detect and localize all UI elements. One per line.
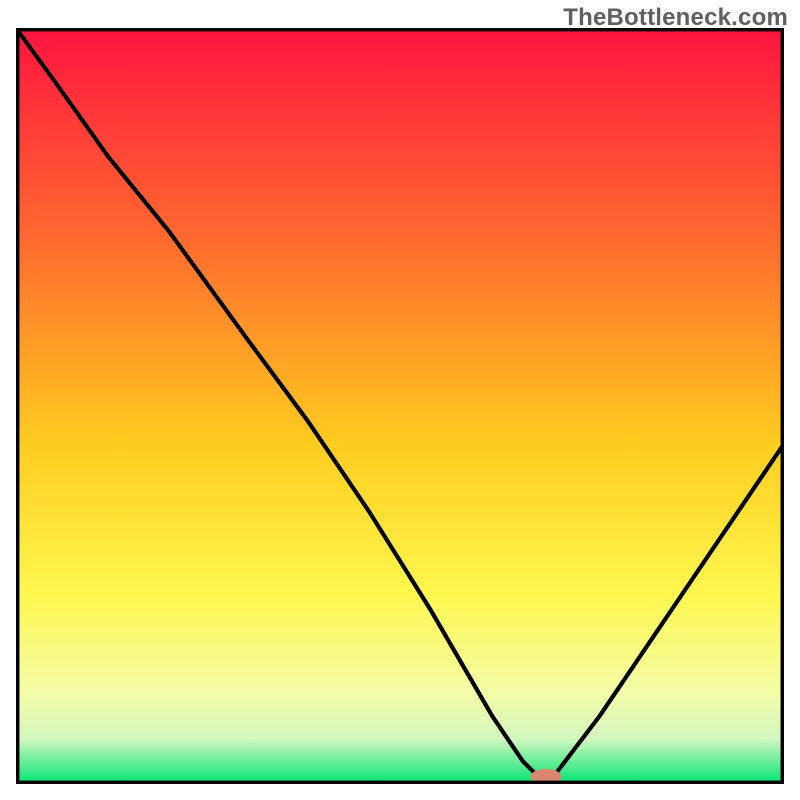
chart-svg [16, 28, 784, 784]
gradient-background [16, 28, 784, 784]
chart-frame: TheBottleneck.com [0, 0, 800, 800]
watermark-text: TheBottleneck.com [563, 4, 788, 32]
plot-area [16, 28, 784, 784]
